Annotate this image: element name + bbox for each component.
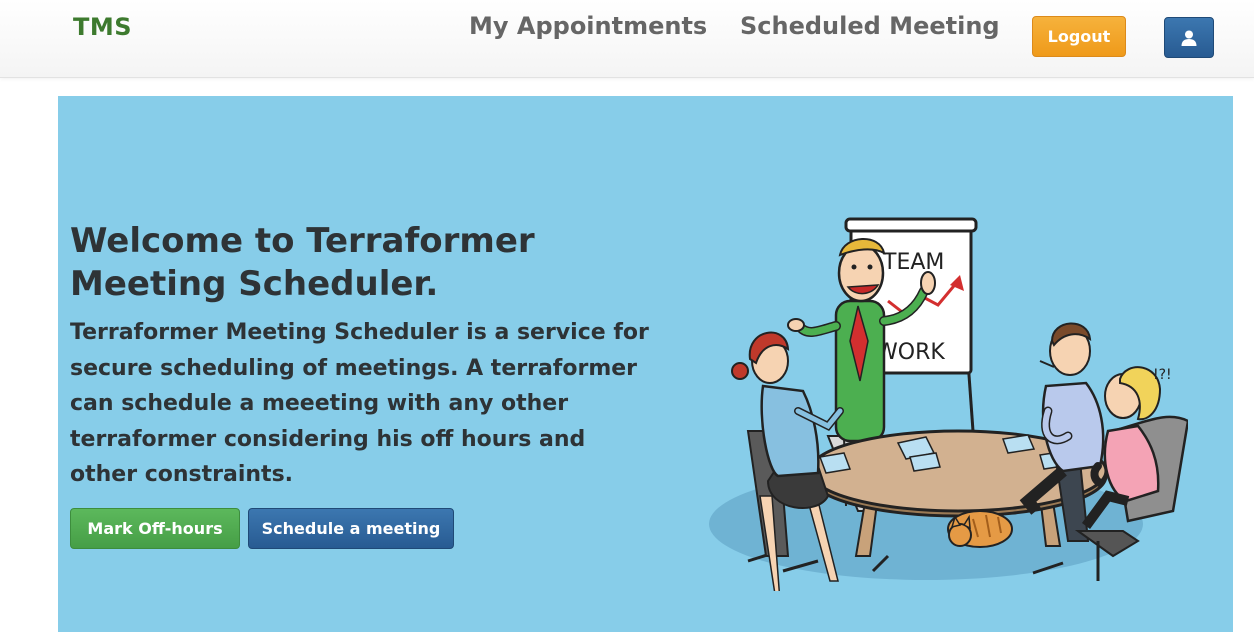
svg-text:!?!: !?! (1153, 367, 1172, 383)
mark-off-hours-button[interactable]: Mark Off-hours (70, 508, 240, 549)
svg-text:TEAM: TEAM (882, 250, 944, 275)
svg-text:WORK: WORK (876, 340, 945, 365)
hero-description: Terraformer Meeting Scheduler is a servi… (70, 320, 649, 487)
user-profile-button[interactable] (1164, 17, 1214, 58)
hero-jumbotron: Welcome to Terraformer Meeting Scheduler… (58, 96, 1233, 632)
user-icon (1181, 30, 1197, 46)
teamwork-meeting-illustration: TEAM WORK !?! (709, 217, 1188, 591)
cat-icon (947, 510, 1013, 548)
hero-title: Welcome to Terraformer Meeting Scheduler… (70, 221, 535, 304)
navbar: TMS My Appointments Scheduled Meeting Lo… (0, 0, 1254, 78)
nav-scheduled-meeting[interactable]: Scheduled Meeting (740, 12, 1000, 40)
nav-my-appointments[interactable]: My Appointments (469, 12, 707, 40)
schedule-meeting-button[interactable]: Schedule a meeting (248, 508, 454, 549)
brand-logo[interactable]: TMS (73, 13, 132, 41)
logout-button[interactable]: Logout (1032, 16, 1126, 57)
